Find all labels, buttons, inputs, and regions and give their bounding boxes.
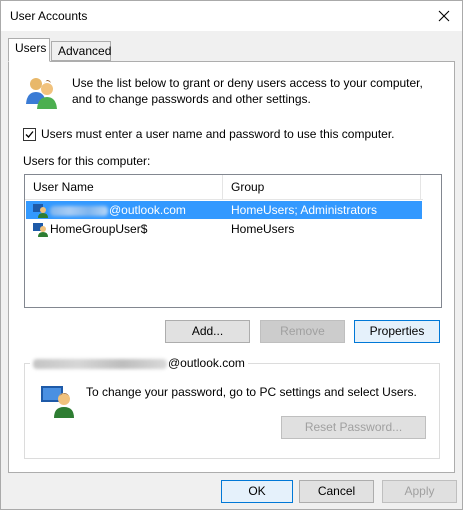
list-header: User Name Group (25, 175, 423, 200)
window-title: User Accounts (10, 9, 88, 23)
cancel-button[interactable]: Cancel (299, 480, 374, 503)
properties-button-label: Properties (369, 324, 425, 338)
users-tab-panel: Use the list below to grant or deny user… (8, 61, 455, 473)
remove-button[interactable]: Remove (260, 320, 345, 343)
reset-password-button[interactable]: Reset Password... (281, 416, 426, 439)
intro-text: Use the list below to grant or deny user… (72, 76, 423, 106)
ok-button[interactable]: OK (221, 480, 293, 503)
require-password-checkbox-row[interactable]: Users must enter a user name and passwor… (23, 126, 395, 142)
password-groupbox (24, 363, 440, 459)
password-user-icon (41, 386, 74, 418)
user-row-icon (33, 204, 48, 218)
close-button[interactable] (432, 5, 456, 27)
user-accounts-window: User Accounts Users Advanced Use the lis… (0, 0, 463, 510)
user-row-icon (33, 223, 48, 237)
users-section-label: Users for this computer: (23, 154, 151, 168)
add-button-label: Add... (191, 324, 224, 338)
redacted-account (33, 358, 167, 369)
properties-button[interactable]: Properties (354, 320, 440, 343)
require-password-label: Users must enter a user name and passwor… (41, 127, 395, 141)
table-row[interactable]: @outlook.com HomeUsers; Administrators (26, 201, 422, 219)
column-user-name[interactable]: User Name (25, 175, 223, 199)
tab-advanced[interactable]: Advanced (51, 41, 111, 61)
checkmark-icon (25, 130, 34, 138)
close-icon (438, 10, 450, 22)
redacted-name (50, 205, 108, 216)
user-name-cell: HomeGroupUser$ (50, 222, 148, 236)
reset-password-button-label: Reset Password... (304, 420, 403, 434)
tab-users[interactable]: Users (8, 38, 50, 62)
user-name-cell: @outlook.com (50, 201, 186, 219)
password-instructions: To change your password, go to PC settin… (86, 385, 417, 399)
tab-users-label: Users (15, 41, 47, 55)
users-listview[interactable]: User Name Group @outlook.com HomeUsers; … (24, 174, 442, 308)
cancel-button-label: Cancel (317, 484, 356, 498)
column-group[interactable]: Group (223, 175, 421, 199)
title-bar: User Accounts (1, 1, 462, 31)
apply-button[interactable]: Apply (382, 480, 457, 503)
user-group-cell: HomeUsers (231, 222, 295, 236)
user-name-suffix: @outlook.com (109, 203, 186, 217)
password-groupbox-title: @outlook.com (30, 356, 248, 370)
require-password-checkbox[interactable] (23, 127, 36, 141)
user-group-cell: HomeUsers; Administrators (231, 203, 378, 217)
tab-advanced-label: Advanced (58, 44, 112, 58)
password-groupbox-title-suffix: @outlook.com (168, 356, 245, 370)
apply-button-label: Apply (404, 484, 435, 498)
users-icon (26, 78, 57, 109)
ok-button-label: OK (248, 484, 266, 498)
table-row[interactable]: HomeGroupUser$ HomeUsers (26, 220, 422, 238)
add-button[interactable]: Add... (165, 320, 250, 343)
remove-button-label: Remove (280, 324, 325, 338)
